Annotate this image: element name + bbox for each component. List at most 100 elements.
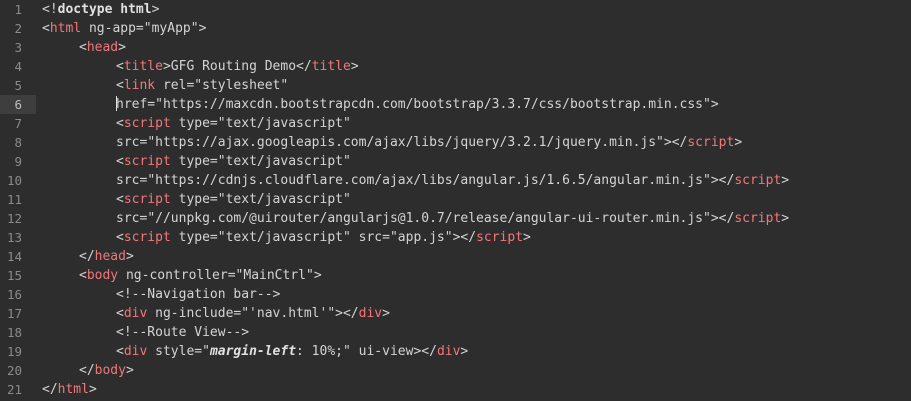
token-attr: ng-app= [81, 21, 144, 36]
token-bracket: > [460, 344, 469, 359]
token-tag: html [49, 21, 82, 36]
line-number: 16 [6, 287, 22, 302]
token-tag: script [123, 154, 171, 169]
code-line[interactable]: <link rel="stylesheet" [116, 76, 288, 95]
token-attr: type= [170, 154, 218, 169]
code-line[interactable]: </html> [42, 380, 97, 399]
token-attr: src= [350, 230, 390, 245]
code-line[interactable]: <script type="text/javascript" [116, 114, 351, 133]
token-bracket: > [118, 40, 126, 55]
token-str: "app.js" [389, 230, 453, 245]
token-bracket: > [781, 173, 790, 188]
token-str: "https://maxcdn.bootstrapcdn.com/bootstr… [155, 97, 711, 112]
code-line[interactable]: <!--Route View--> [116, 323, 249, 342]
token-bracket: ></ [710, 173, 735, 188]
token-attr: ui-view [350, 344, 414, 359]
line-number: 7 [14, 116, 22, 131]
line-number: 1 [14, 2, 22, 17]
code-area[interactable]: <!doctype html> <html ng-app="myApp"> <hea… [42, 0, 911, 401]
code-line[interactable]: <html ng-app="myApp"> [42, 19, 206, 38]
token-bracket: > [162, 59, 171, 74]
line-number: 3 [14, 40, 22, 55]
code-line[interactable]: <title>GFG Routing Demo</title> [116, 57, 359, 76]
code-line[interactable]: src="//unpkg.com/@uirouter/angularjs@1.0… [116, 209, 789, 228]
code-line[interactable]: <div style="margin-left: 10%;" ui-view><… [116, 342, 468, 361]
token-str: "https://ajax.googleapis.com/ajax/libs/j… [147, 135, 664, 150]
token-bracket: ></ [413, 344, 437, 359]
code-line[interactable]: <!doctype html> [42, 0, 159, 19]
token-str: "https://cdnjs.cloudflare.com/ajax/libs/… [147, 173, 711, 188]
line-number: 13 [6, 230, 22, 245]
token-bracket: < [116, 306, 124, 321]
code-line[interactable]: </head> [79, 247, 134, 266]
token-str: "myApp" [143, 21, 199, 36]
line-number: 6 [0, 95, 36, 114]
code-editor[interactable]: 1 2 3 4 5 6 7 8 9 10 11 12 13 14 15 16 17 18 19 20 21 <!doct… [0, 0, 911, 401]
line-number: 21 [6, 382, 22, 397]
token-tag: html [57, 382, 89, 397]
token-str: "//unpkg.com/@uirouter/angularjs@1.0.7/r… [147, 211, 711, 226]
token-bracket: > [88, 382, 97, 397]
token-tag: div [123, 306, 148, 321]
code-line[interactable]: <head> [79, 38, 126, 57]
code-line[interactable]: <div ng-include="'nav.html'"></div> [116, 304, 390, 323]
token-comment: <!--Route View--> [116, 325, 250, 340]
token-bracket: ></ [335, 306, 359, 321]
code-line[interactable]: <script type="text/javascript" src="app.… [116, 228, 531, 247]
code-line[interactable]: href="https://maxcdn.bootstrapcdn.com/bo… [116, 95, 719, 114]
code-line[interactable]: <!--Navigation bar--> [116, 285, 280, 304]
token-tag: script [734, 173, 782, 188]
token-bracket: </ [79, 249, 95, 264]
line-number: 19 [6, 344, 22, 359]
token-attr: type= [170, 192, 218, 207]
code-line[interactable]: src="https://cdnjs.cloudflare.com/ajax/l… [116, 171, 789, 190]
token-doctype: doctype html [57, 2, 152, 17]
line-number: 2 [14, 21, 22, 36]
token-tag: head [86, 40, 119, 55]
code-line[interactable]: <script type="text/javascript" [116, 152, 351, 171]
token-bracket: </ [42, 382, 58, 397]
token-bracket: < [116, 116, 124, 131]
token-tag: link [123, 78, 156, 93]
token-comment: <!--Navigation bar--> [116, 287, 281, 302]
token-bracket: < [116, 192, 124, 207]
token-bracket: < [116, 59, 124, 74]
line-number: 10 [6, 173, 22, 188]
token-tag: head [94, 249, 126, 264]
token-bracket: ></ [663, 135, 688, 150]
code-line[interactable]: <script type="text/javascript" [116, 190, 351, 209]
line-number: 14 [6, 249, 22, 264]
token-bracket: < [116, 154, 124, 169]
token-tag: script [123, 230, 171, 245]
token-attr: src= [116, 211, 148, 226]
code-line[interactable]: src="https://ajax.googleapis.com/ajax/li… [116, 133, 742, 152]
code-line[interactable]: <body ng-controller="MainCtrl"> [79, 266, 322, 285]
token-bracket: </ [79, 363, 95, 378]
token-attr: type= [170, 116, 218, 131]
token-bracket: < [79, 268, 87, 283]
token-bracket: ></ [710, 211, 735, 226]
token-css-val: : 10%; [296, 344, 343, 359]
code-line[interactable]: </body> [79, 361, 134, 380]
line-number: 17 [6, 306, 22, 321]
line-number: 20 [6, 363, 22, 378]
token-bracket: > [313, 268, 322, 283]
token-bracket: < [116, 344, 124, 359]
token-attr: ng-include= [147, 306, 242, 321]
token-attr: href= [116, 97, 156, 112]
token-bracket: > [125, 249, 134, 264]
token-bracket: > [125, 363, 134, 378]
line-number: 9 [14, 154, 22, 169]
token-tag: script [687, 135, 735, 150]
token-attr: rel= [155, 78, 195, 93]
line-number: 8 [14, 135, 22, 150]
token-tag: script [476, 230, 524, 245]
token-tag: title [311, 59, 351, 74]
token-bracket: < [42, 21, 50, 36]
token-tag: title [123, 59, 163, 74]
token-str: "text/javascript" [217, 116, 351, 131]
token-attr: style= [147, 344, 203, 359]
token-str: " [343, 344, 351, 359]
token-str: "MainCtrl" [235, 268, 314, 283]
token-bracket: ></ [452, 230, 477, 245]
